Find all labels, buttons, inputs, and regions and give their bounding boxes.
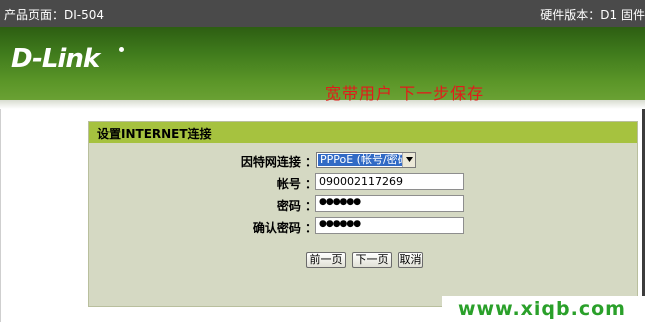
confirm-password-row: 确认密码 ： ●●●●●● [89, 217, 637, 235]
left-divider [0, 109, 1, 322]
chevron-down-icon[interactable] [402, 153, 415, 167]
password-input[interactable]: ●●●●●● [315, 195, 464, 212]
dlink-logo: D-Link [11, 44, 100, 74]
next-button[interactable]: 下一页 [352, 252, 392, 268]
account-input[interactable]: 090002117269 [315, 173, 464, 190]
top-bar: 产品页面：DI-504 硬件版本：D1 固件 [0, 0, 645, 27]
brand-banner: D-Link [0, 27, 645, 100]
password-row: 密码 ： ●●●●●● [89, 195, 637, 213]
annotation-text: 宽带用户 下一步保存 [325, 84, 485, 103]
panel-header: 设置INTERNET连接 [89, 122, 637, 143]
confirm-password-input[interactable]: ●●●●●● [315, 217, 464, 234]
connection-type-value: PPPoE (帐号/密码) [318, 153, 415, 166]
hardware-version-label: 硬件版本：D1 固件 [540, 8, 645, 22]
panel-title: 设置INTERNET连接 [97, 127, 212, 141]
prev-button[interactable]: 前一页 [306, 252, 346, 268]
product-page-label: 产品页面：DI-504 [4, 8, 105, 22]
password-label: 密码 ： [276, 199, 317, 213]
logo-dot-icon [119, 47, 124, 52]
watermark: www.xiqb.com [442, 296, 645, 322]
cancel-button[interactable]: 取消 [398, 252, 423, 268]
connection-type-label: 因特网连接 ： [240, 155, 317, 169]
connection-type-row: 因特网连接 ： PPPoE (帐号/密码) [89, 151, 637, 169]
internet-setup-panel: 设置INTERNET连接 因特网连接 ： PPPoE (帐号/密码) 帐号 ： … [88, 121, 638, 307]
account-row: 帐号 ： 090002117269 [89, 173, 637, 191]
connection-type-select[interactable]: PPPoE (帐号/密码) [316, 152, 416, 168]
account-label: 帐号 ： [276, 177, 317, 191]
confirm-password-label: 确认密码 ： [252, 221, 317, 235]
banner-divider [0, 100, 645, 109]
